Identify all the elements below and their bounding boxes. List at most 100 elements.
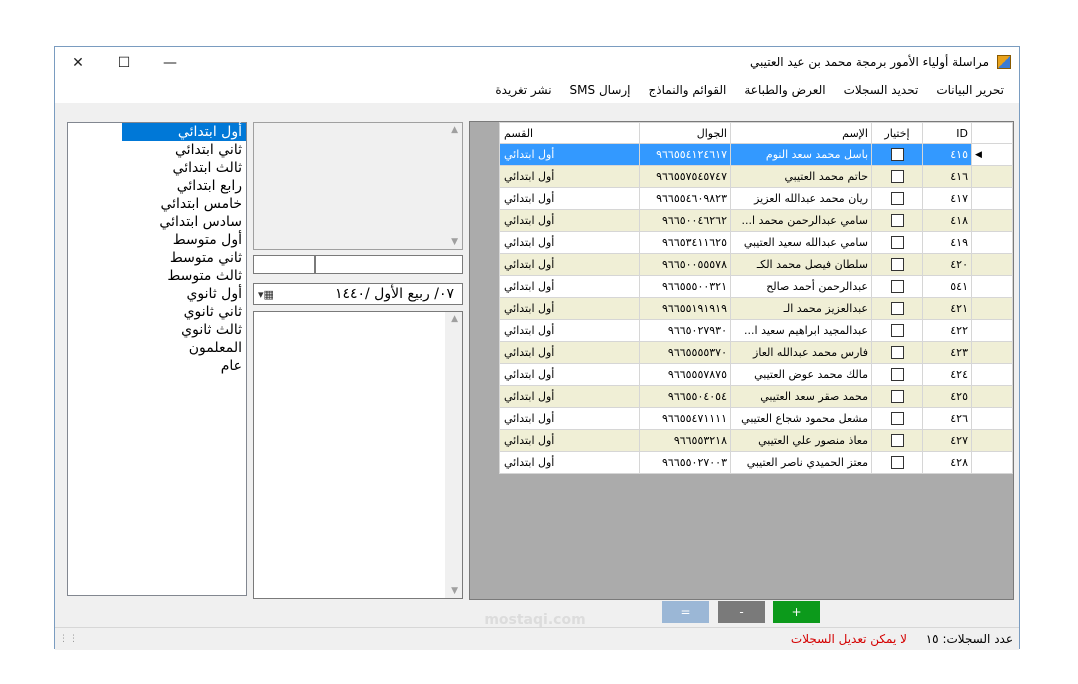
- stage-list-item[interactable]: أول ابتدائي: [122, 123, 246, 141]
- row-checkbox[interactable]: [890, 192, 904, 206]
- row-header[interactable]: [971, 231, 1013, 254]
- message-scrollbar[interactable]: ▲ ▼: [445, 312, 462, 598]
- stage-list-item[interactable]: أول ثانوي: [68, 285, 246, 303]
- row-header[interactable]: [971, 209, 1013, 232]
- row-header[interactable]: [971, 297, 1013, 320]
- table-row[interactable]: ٤١٦ حاتم محمد العتيبي ٩٦٦٥٥٧٥٤٥٧٤٧ أول ابتد…: [499, 165, 1013, 188]
- cell-check[interactable]: [871, 187, 923, 210]
- row-header[interactable]: [971, 253, 1013, 276]
- row-header[interactable]: [971, 429, 1013, 452]
- table-row[interactable]: ٤١٧ ريان محمد عبدالله العزيز ٩٦٦٥٥٤٦٠٩٨٢٣ أ…: [499, 187, 1013, 210]
- stage-list-item[interactable]: عام: [68, 357, 246, 375]
- menu-item[interactable]: العرض والطباعة: [735, 79, 834, 103]
- resize-grip-icon[interactable]: ⋮⋮: [59, 634, 79, 644]
- stage-list-item[interactable]: ثاني ثانوي: [68, 303, 246, 321]
- table-row[interactable]: ٤٢٥ محمد صقر سعد العتيبي ٩٦٦٥٥٠٤٠٥٤ أول ابت…: [499, 385, 1013, 408]
- recipient-input[interactable]: [315, 255, 463, 274]
- cell-check[interactable]: [871, 253, 923, 276]
- cell-check[interactable]: [871, 143, 923, 166]
- table-row[interactable]: ٤١٨ سامي عبدالرحمن محمد ا... ٩٦٦٥٠٠٤٦٢٦٢ أو…: [499, 209, 1013, 232]
- table-row[interactable]: ٤٢٨ معتز الحميدي ناصر العتيبي ٩٦٦٥٥٠٢٧٠٠٣ أ…: [499, 451, 1013, 474]
- table-row[interactable]: ٤٢١ عبدالعزيز محمد الـ ٩٦٦٥٥١٩١٩١٩ أول ابتد…: [499, 297, 1013, 320]
- table-row[interactable]: ٤٢٢ عبدالمجيد ابراهيم سعيد ا... ٩٦٦٥٠٢٧٩٣٠…: [499, 319, 1013, 342]
- row-checkbox[interactable]: [890, 368, 904, 382]
- column-header-phone[interactable]: الجوال: [639, 122, 731, 144]
- table-row[interactable]: ٤٢٦ مشعل محمود شجاع العتيبي ٩٦٦٥٥٤٧١١١١ أول…: [499, 407, 1013, 430]
- message-textarea[interactable]: ▲ ▼: [253, 311, 463, 599]
- stage-list-item[interactable]: ثاني ابتدائي: [68, 141, 246, 159]
- menu-item[interactable]: القوائم والنماذج: [640, 79, 736, 103]
- cell-check[interactable]: [871, 407, 923, 430]
- row-checkbox[interactable]: [890, 170, 904, 184]
- row-checkbox[interactable]: [890, 434, 904, 448]
- cell-check[interactable]: [871, 319, 923, 342]
- stage-list-item[interactable]: المعلمون: [68, 339, 246, 357]
- row-checkbox[interactable]: [890, 148, 904, 162]
- cell-check[interactable]: [871, 231, 923, 254]
- row-checkbox[interactable]: [890, 412, 904, 426]
- edit-button[interactable]: =: [662, 601, 709, 623]
- cell-check[interactable]: [871, 363, 923, 386]
- maximize-button[interactable]: ☐: [101, 47, 147, 79]
- column-header-id[interactable]: ID: [922, 122, 972, 144]
- stage-list-item[interactable]: ثاني متوسط: [68, 249, 246, 267]
- scroll-up-icon[interactable]: ▲: [451, 314, 458, 324]
- column-header-section[interactable]: القسم: [499, 122, 640, 144]
- stage-list-item[interactable]: رابع ابتدائي: [68, 177, 246, 195]
- stage-list-item[interactable]: خامس ابتدائي: [68, 195, 246, 213]
- stage-list-item[interactable]: ثالث ثانوي: [68, 321, 246, 339]
- table-row[interactable]: ٤٢٣ فارس محمد عبدالله العاز ٩٦٦٥٥٥٥٣٧٠ أول …: [499, 341, 1013, 364]
- table-row[interactable]: ٤٢٠ سلطان فيصل محمد الكـ ٩٦٦٥٠٠٥٥٥٧٨ أول اب…: [499, 253, 1013, 276]
- row-header[interactable]: ◀: [971, 143, 1013, 166]
- small-input[interactable]: [253, 255, 315, 274]
- row-checkbox[interactable]: [890, 390, 904, 404]
- row-header[interactable]: [971, 385, 1013, 408]
- menu-item[interactable]: إرسال SMS: [561, 79, 640, 103]
- column-header-check[interactable]: إختيار: [871, 122, 923, 144]
- date-picker[interactable]: ▾▦ ٠٧/ ربيع الأول /١٤٤٠: [253, 283, 463, 305]
- menu-item[interactable]: تحرير البيانات: [927, 79, 1013, 103]
- cell-check[interactable]: [871, 209, 923, 232]
- row-header[interactable]: [971, 165, 1013, 188]
- row-header[interactable]: [971, 187, 1013, 210]
- stage-list-item[interactable]: ثالث ابتدائي: [68, 159, 246, 177]
- close-button[interactable]: ✕: [55, 47, 101, 79]
- row-header[interactable]: [971, 319, 1013, 342]
- table-row[interactable]: ٤٢٧ معاذ منصور علي العتيبي ٩٦٦٥٥٣٢١٨ أول اب…: [499, 429, 1013, 452]
- cell-check[interactable]: [871, 297, 923, 320]
- cell-check[interactable]: [871, 429, 923, 452]
- table-row[interactable]: ٥٤١ عبدالرحمن أحمد صالح ٩٦٦٥٥٥٠٠٣٢١ أول ابت…: [499, 275, 1013, 298]
- table-row[interactable]: ٤٢٤ مالك محمد عوض العتيبي ٩٦٦٥٥٥٧٨٧٥ أول اب…: [499, 363, 1013, 386]
- calendar-dropdown-icon[interactable]: ▾▦: [258, 288, 274, 301]
- column-header-name[interactable]: الإسم: [730, 122, 872, 144]
- preview-scrollbar[interactable]: ▲ ▼: [445, 123, 462, 249]
- row-header[interactable]: [971, 275, 1013, 298]
- stage-list-item[interactable]: أول متوسط: [68, 231, 246, 249]
- row-header[interactable]: [971, 363, 1013, 386]
- cell-check[interactable]: [871, 341, 923, 364]
- stage-list-item[interactable]: سادس ابتدائي: [68, 213, 246, 231]
- cell-check[interactable]: [871, 385, 923, 408]
- row-checkbox[interactable]: [890, 258, 904, 272]
- row-checkbox[interactable]: [890, 280, 904, 294]
- add-button[interactable]: +: [773, 601, 820, 623]
- stage-list[interactable]: أول ابتدائي ثاني ابتدائي ثالث ابتدائي رابع …: [67, 122, 247, 596]
- scroll-down-icon[interactable]: ▼: [451, 237, 458, 247]
- minimize-button[interactable]: —: [147, 47, 193, 79]
- cell-check[interactable]: [871, 451, 923, 474]
- scroll-down-icon[interactable]: ▼: [451, 586, 458, 596]
- cell-check[interactable]: [871, 165, 923, 188]
- remove-button[interactable]: -: [718, 601, 765, 623]
- table-row[interactable]: ٤١٩ سامي عبدالله سعيد العتيبي ٩٦٦٥٣٤١١٦٢٥ أ…: [499, 231, 1013, 254]
- row-header[interactable]: [971, 407, 1013, 430]
- scroll-up-icon[interactable]: ▲: [451, 125, 458, 135]
- row-header[interactable]: [971, 341, 1013, 364]
- table-row[interactable]: ◀ ٤١٥ باسل محمد سعد النوم ٩٦٦٥٥٤١٢٤٦١٧ أول ا…: [499, 143, 1013, 166]
- cell-check[interactable]: [871, 275, 923, 298]
- menu-item[interactable]: تحديد السجلات: [835, 79, 928, 103]
- stage-list-item[interactable]: ثالث متوسط: [68, 267, 246, 285]
- row-checkbox[interactable]: [890, 324, 904, 338]
- row-checkbox[interactable]: [890, 302, 904, 316]
- row-checkbox[interactable]: [890, 346, 904, 360]
- row-checkbox[interactable]: [890, 236, 904, 250]
